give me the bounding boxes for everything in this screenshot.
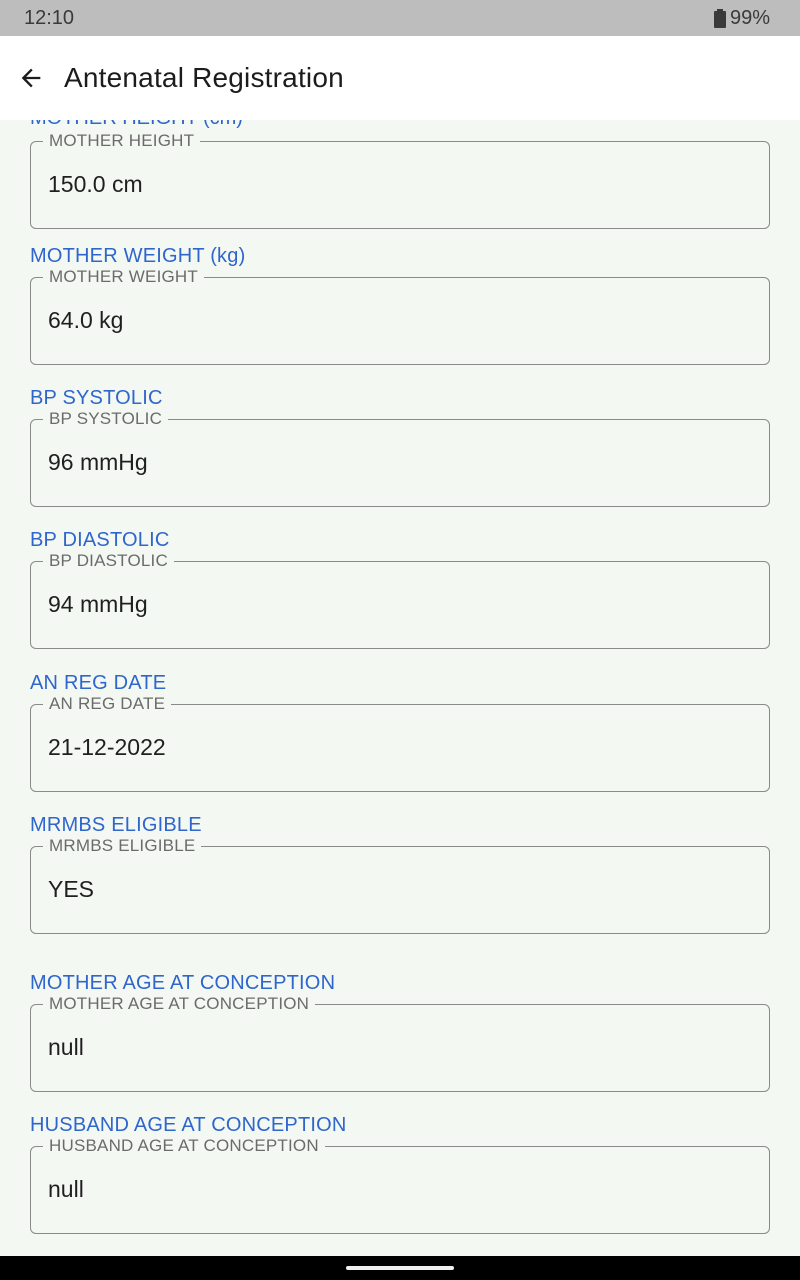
- husband-age-field[interactable]: HUSBAND AGE AT CONCEPTION null: [30, 1136, 770, 1234]
- mother-age-field[interactable]: MOTHER AGE AT CONCEPTION null: [30, 994, 770, 1092]
- status-time: 12:10: [24, 7, 75, 29]
- mother-weight-field[interactable]: MOTHER WEIGHT 64.0 kg: [30, 267, 770, 365]
- group-label: AN REG DATE: [30, 672, 167, 694]
- field-group-mrmbs-eligible: MRMBS ELIGIBLE MRMBS ELIGIBLE YES: [30, 811, 770, 934]
- form-scroll-area[interactable]: MOTHER HEIGHT (cm) MOTHER HEIGHT 150.0 c…: [0, 120, 800, 1256]
- field-group-mother-weight: MOTHER WEIGHT (kg) MOTHER WEIGHT 64.0 kg: [30, 242, 770, 365]
- field-value: 21-12-2022: [48, 734, 166, 760]
- field-value: 150.0 cm: [48, 171, 143, 197]
- status-bar: 12:10 99%: [0, 0, 800, 36]
- an-reg-date-field[interactable]: AN REG DATE 21-12-2022: [30, 694, 770, 792]
- field-value: 96 mmHg: [48, 449, 148, 475]
- navigation-bar: [0, 1256, 800, 1280]
- field-legend: BP SYSTOLIC: [43, 409, 169, 429]
- field-group-bp-systolic: BP SYSTOLIC BP SYSTOLIC 96 mmHg: [30, 384, 770, 507]
- field-legend: MOTHER HEIGHT: [43, 131, 201, 151]
- field-value: 94 mmHg: [48, 591, 148, 617]
- field-legend: AN REG DATE: [43, 694, 172, 714]
- status-indicators: 99%: [713, 7, 770, 30]
- bp-diastolic-field[interactable]: BP DIASTOLIC 94 mmHg: [30, 551, 770, 649]
- field-value: null: [48, 1176, 84, 1202]
- battery-percent: 99%: [729, 7, 770, 29]
- field-group-mother-age: MOTHER AGE AT CONCEPTION MOTHER AGE AT C…: [30, 969, 770, 1092]
- battery-icon: [713, 9, 726, 28]
- home-indicator[interactable]: [346, 1266, 454, 1270]
- field-value: YES: [48, 876, 95, 902]
- back-button[interactable]: [14, 61, 48, 95]
- group-label: BP DIASTOLIC: [30, 529, 170, 551]
- field-value: 64.0 kg: [48, 307, 124, 333]
- field-group-mother-height: MOTHER HEIGHT 150.0 cm: [30, 131, 770, 229]
- field-group-an-reg-date: AN REG DATE AN REG DATE 21-12-2022: [30, 669, 770, 792]
- field-group-bp-diastolic: BP DIASTOLIC BP DIASTOLIC 94 mmHg: [30, 526, 770, 649]
- field-legend: MOTHER AGE AT CONCEPTION: [43, 994, 316, 1014]
- app-bar: Antenatal Registration: [0, 36, 800, 120]
- mrmbs-eligible-field[interactable]: MRMBS ELIGIBLE YES: [30, 836, 770, 934]
- partial-group-label: MOTHER HEIGHT (cm): [30, 120, 243, 130]
- group-label: BP SYSTOLIC: [30, 387, 163, 409]
- page-title: Antenatal Registration: [64, 62, 344, 93]
- group-label: MOTHER AGE AT CONCEPTION: [30, 972, 336, 994]
- bp-systolic-field[interactable]: BP SYSTOLIC 96 mmHg: [30, 409, 770, 507]
- field-legend: MRMBS ELIGIBLE: [43, 836, 202, 856]
- field-value: null: [48, 1034, 84, 1060]
- field-legend: BP DIASTOLIC: [43, 551, 174, 571]
- arrow-left-icon: [21, 68, 41, 88]
- field-group-husband-age: HUSBAND AGE AT CONCEPTION HUSBAND AGE AT…: [30, 1111, 770, 1234]
- field-legend: MOTHER WEIGHT: [43, 267, 204, 287]
- group-label: HUSBAND AGE AT CONCEPTION: [30, 1114, 347, 1136]
- group-label: MRMBS ELIGIBLE: [30, 814, 202, 836]
- field-legend: HUSBAND AGE AT CONCEPTION: [43, 1136, 325, 1156]
- group-label: MOTHER WEIGHT (kg): [30, 245, 246, 267]
- mother-height-field[interactable]: MOTHER HEIGHT 150.0 cm: [30, 131, 770, 229]
